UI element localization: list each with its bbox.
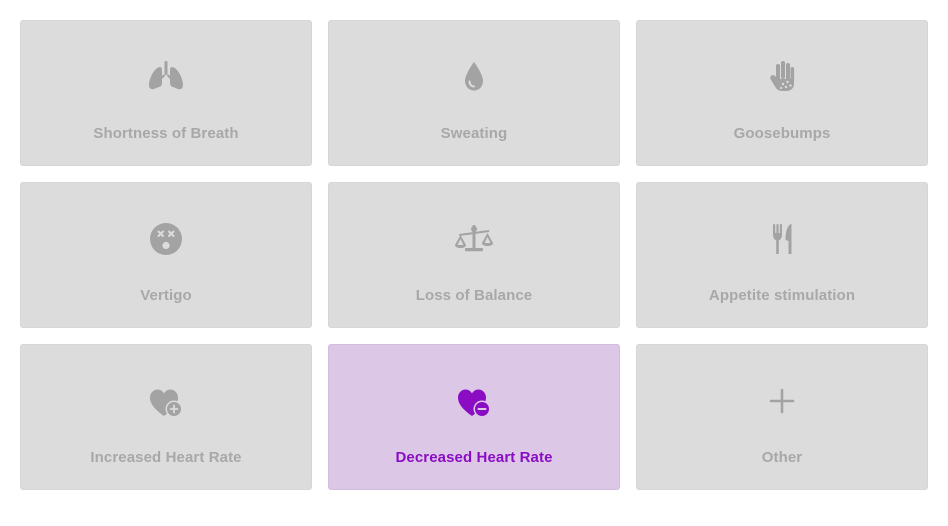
symptom-tile-vertigo[interactable]: Vertigo: [20, 182, 312, 328]
symptom-tile-increased-heart-rate[interactable]: Increased Heart Rate: [20, 344, 312, 490]
symptom-label: Appetite stimulation: [708, 287, 856, 304]
heart-plus-icon: [144, 381, 188, 421]
symptom-tile-decreased-heart-rate[interactable]: Decreased Heart Rate: [328, 344, 620, 490]
symptom-label: Increased Heart Rate: [90, 449, 242, 466]
dizzy-face-icon: [144, 219, 188, 259]
heart-minus-icon: [452, 381, 496, 421]
plus-icon: [760, 381, 804, 421]
hand-dots-icon: [760, 57, 804, 97]
droplet-icon: [452, 57, 496, 97]
symptom-label: Goosebumps: [733, 125, 831, 142]
symptom-label: Decreased Heart Rate: [395, 449, 553, 466]
symptom-label: Loss of Balance: [415, 287, 533, 304]
symptom-tile-sweating[interactable]: Sweating: [328, 20, 620, 166]
utensils-icon: [760, 219, 804, 259]
symptom-label: Vertigo: [140, 287, 192, 304]
scale-balance-icon: [452, 219, 496, 259]
symptom-label: Shortness of Breath: [93, 125, 239, 142]
symptom-grid: Shortness of Breath Sweating Goosebumps …: [20, 20, 928, 490]
symptom-tile-appetite-stimulation[interactable]: Appetite stimulation: [636, 182, 928, 328]
symptom-tile-shortness-of-breath[interactable]: Shortness of Breath: [20, 20, 312, 166]
symptom-label: Sweating: [440, 125, 508, 142]
symptom-label: Other: [761, 449, 803, 466]
symptom-tile-other[interactable]: Other: [636, 344, 928, 490]
lungs-icon: [144, 57, 188, 97]
symptom-tile-goosebumps[interactable]: Goosebumps: [636, 20, 928, 166]
symptom-tile-loss-of-balance[interactable]: Loss of Balance: [328, 182, 620, 328]
